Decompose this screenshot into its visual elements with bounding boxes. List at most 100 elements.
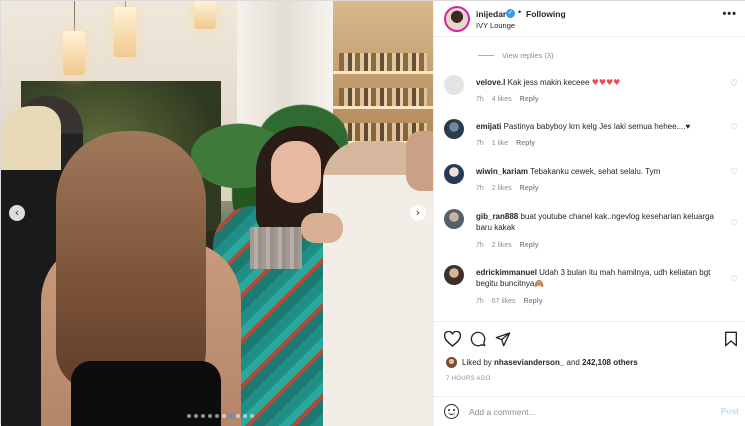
comment-likes[interactable]: 4 likes xyxy=(492,96,512,103)
like-comment-icon[interactable]: ♡ xyxy=(730,219,738,229)
comment-text: Tebakanku cewek, sehat selalu. Tym xyxy=(528,167,661,176)
carousel-next-button[interactable]: › xyxy=(410,205,426,221)
censor-blur xyxy=(250,227,302,269)
comment-likes[interactable]: 67 likes xyxy=(492,298,516,305)
comment-likes[interactable]: 2 likes xyxy=(492,242,512,249)
likes-middle: and xyxy=(564,358,583,367)
post-actions xyxy=(434,321,745,357)
commenter-username[interactable]: velove.l xyxy=(476,78,505,87)
carousel-dot xyxy=(187,414,191,418)
reply-button[interactable]: Reply xyxy=(520,242,539,249)
like-comment-icon[interactable]: ♡ xyxy=(730,275,738,285)
view-replies-label[interactable]: View replies (3) xyxy=(502,51,554,60)
add-comment-input[interactable] xyxy=(469,405,699,419)
comment-body: velove.l Kak jess makin keceee ♥♥♥♥ xyxy=(476,77,720,88)
photo-person-face xyxy=(271,141,321,203)
comment-meta: 7h 1 like Reply xyxy=(476,140,535,147)
commenter-username[interactable]: edrickimmanuel xyxy=(476,268,537,277)
likes-prefix: Liked by xyxy=(462,358,495,367)
comment-bubble-icon[interactable] xyxy=(470,331,486,347)
instagram-post-modal: ‹ › inijedar ✓ • Following IVY Lounge ••… xyxy=(0,0,745,426)
like-heart-icon[interactable] xyxy=(444,331,461,347)
liker-avatar[interactable] xyxy=(446,357,457,368)
carousel-dot xyxy=(229,414,233,418)
carousel-indicator xyxy=(187,414,254,418)
comment-meta: 7h 4 likes Reply xyxy=(476,96,539,103)
lamp-cord xyxy=(74,1,75,31)
like-comment-icon[interactable]: ♡ xyxy=(730,79,738,89)
emoji-picker-icon[interactable] xyxy=(444,404,459,419)
comment-body: emijati Pastinya babyboy krn kelg Jes la… xyxy=(476,121,720,132)
comment-body: wiwin_kariam Tebakanku cewek, sehat sela… xyxy=(476,166,720,177)
carousel-dot xyxy=(243,414,247,418)
comment-text: Pastinya babyboy krn kelg Jes laki semua… xyxy=(501,122,691,131)
commenter-avatar[interactable] xyxy=(444,265,464,285)
likes-count[interactable]: 242,108 others xyxy=(582,358,638,367)
author-username[interactable]: inijedar xyxy=(476,9,506,19)
like-comment-icon[interactable]: ♡ xyxy=(730,123,738,133)
reply-button[interactable]: Reply xyxy=(520,185,539,192)
comment-composer: Post xyxy=(434,396,745,426)
commenter-avatar[interactable] xyxy=(444,75,464,95)
comment-body: edrickimmanuel Udah 3 bulan itu mah hami… xyxy=(476,267,720,289)
bookmark-save-icon[interactable] xyxy=(724,331,738,347)
comment-time[interactable]: 7h xyxy=(476,140,484,147)
post-header: inijedar ✓ • Following IVY Lounge ••• xyxy=(434,1,745,37)
comment-emoji: 🙈 xyxy=(534,279,545,288)
commenter-username[interactable]: emijati xyxy=(476,122,501,131)
photo-person-hair xyxy=(56,131,206,391)
photo-person-head xyxy=(406,131,433,191)
comment-time[interactable]: 7h xyxy=(476,298,484,305)
separator-dot: • xyxy=(518,7,522,17)
carousel-prev-button[interactable]: ‹ xyxy=(9,205,25,221)
more-options-icon[interactable]: ••• xyxy=(722,8,737,20)
post-photo[interactable]: ‹ › xyxy=(1,1,433,426)
comment-meta: 7h 67 likes Reply xyxy=(476,298,543,305)
liker-username[interactable]: nhasevianderson_ xyxy=(494,358,564,367)
like-comment-icon[interactable]: ♡ xyxy=(730,168,738,178)
carousel-dot xyxy=(236,414,240,418)
likes-text[interactable]: Liked by nhasevianderson_ and 242,108 ot… xyxy=(462,358,638,367)
photo-bottles xyxy=(339,88,427,106)
pendant-lamp xyxy=(194,1,216,29)
post-timestamp[interactable]: 7 HOURS AGO xyxy=(446,376,491,382)
comment-time[interactable]: 7h xyxy=(476,242,484,249)
photo-hand xyxy=(301,213,343,243)
carousel-dot xyxy=(250,414,254,418)
comment-time[interactable]: 7h xyxy=(476,96,484,103)
photo-shelf xyxy=(331,71,433,74)
post-side-panel: inijedar ✓ • Following IVY Lounge ••• Vi… xyxy=(433,1,745,426)
location-link[interactable]: IVY Lounge xyxy=(476,21,515,30)
verified-icon: ✓ xyxy=(506,9,515,18)
comment-emoji: ♥♥♥♥ xyxy=(591,78,621,87)
post-comment-button[interactable]: Post xyxy=(721,406,739,416)
photo-bottles xyxy=(339,53,427,71)
commenter-avatar[interactable] xyxy=(444,164,464,184)
reply-button[interactable]: Reply xyxy=(516,140,535,147)
replies-line xyxy=(478,55,494,56)
follow-status-button[interactable]: Following xyxy=(526,9,566,19)
comment-likes[interactable]: 1 like xyxy=(492,140,508,147)
reply-button[interactable]: Reply xyxy=(520,96,539,103)
commenter-avatar[interactable] xyxy=(444,209,464,229)
comment-body: gib_ran888 buat youtube chanel kak..ngev… xyxy=(476,211,720,233)
author-avatar[interactable] xyxy=(444,6,470,32)
carousel-dot xyxy=(208,414,212,418)
likes-summary: Liked by nhasevianderson_ and 242,108 ot… xyxy=(446,357,638,368)
comment-time[interactable]: 7h xyxy=(476,185,484,192)
pendant-lamp xyxy=(114,7,136,57)
commenter-username[interactable]: gib_ran888 xyxy=(476,212,518,221)
carousel-dot xyxy=(222,414,226,418)
carousel-dot xyxy=(215,414,219,418)
comment-meta: 7h 2 likes Reply xyxy=(476,242,539,249)
carousel-dot xyxy=(201,414,205,418)
pendant-lamp xyxy=(63,31,85,75)
carousel-dot xyxy=(194,414,198,418)
comment-likes[interactable]: 2 likes xyxy=(492,185,512,192)
commenter-username[interactable]: wiwin_kariam xyxy=(476,167,528,176)
commenter-avatar[interactable] xyxy=(444,119,464,139)
share-paper-plane-icon[interactable] xyxy=(495,331,511,347)
comment-meta: 7h 2 likes Reply xyxy=(476,185,539,192)
reply-button[interactable]: Reply xyxy=(524,298,543,305)
view-replies-toggle[interactable]: View replies (3) xyxy=(478,51,554,60)
